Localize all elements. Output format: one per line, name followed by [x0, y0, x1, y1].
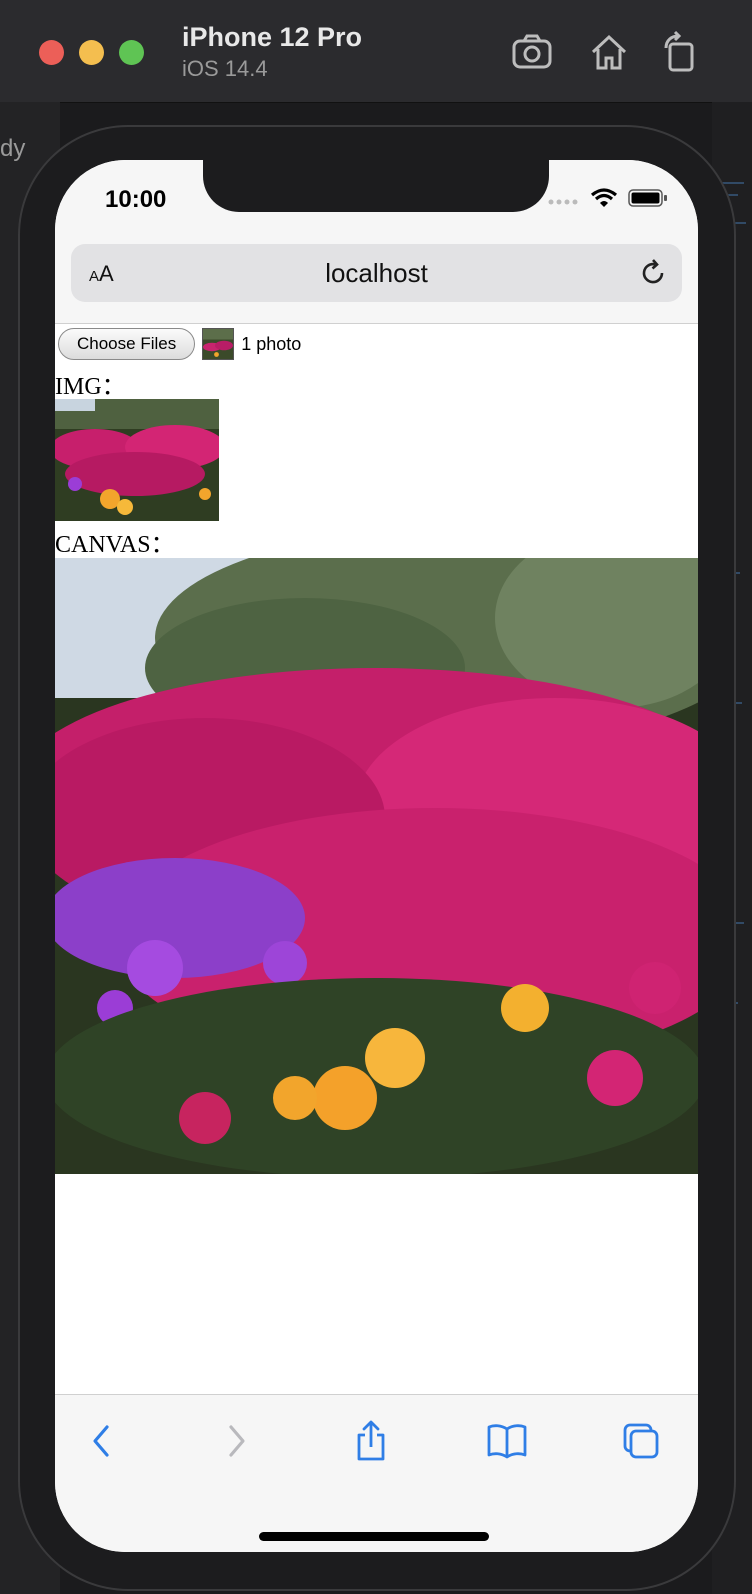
window-maximize-button[interactable] [119, 40, 144, 65]
img-preview [55, 399, 219, 521]
signal-dots-icon [548, 192, 580, 210]
rotate-icon[interactable] [658, 30, 702, 74]
canvas-preview [55, 558, 698, 1174]
reload-icon[interactable] [638, 258, 668, 288]
wifi-icon [590, 188, 618, 213]
status-time: 10:00 [105, 186, 167, 213]
home-icon[interactable] [587, 30, 631, 74]
status-icons [548, 188, 668, 213]
window-minimize-button[interactable] [79, 40, 104, 65]
safari-toolbar [55, 1394, 698, 1552]
safari-top-bar: 10:00 AA localhost [55, 160, 698, 324]
share-icon[interactable] [347, 1417, 395, 1465]
device-name: iPhone 12 Pro [182, 22, 363, 52]
phone-screen: 10:00 AA localhost Choose Files 1 photo … [55, 160, 698, 1552]
breadcrumb: dy [0, 135, 26, 162]
address-bar[interactable]: AA localhost [71, 244, 682, 302]
simulator-title-bar: iPhone 12 Pro iOS 14.4 [0, 0, 752, 103]
home-indicator [259, 1532, 489, 1541]
url-text[interactable]: localhost [71, 258, 682, 289]
file-input: Choose Files 1 photo [58, 327, 301, 361]
window-close-button[interactable] [39, 40, 64, 65]
battery-icon [628, 188, 668, 213]
canvas-label: CANVAS： [55, 532, 175, 558]
chevron-right-icon[interactable] [213, 1417, 261, 1465]
img-label: IMG： [55, 374, 126, 400]
camera-icon[interactable] [510, 30, 554, 74]
choose-files-button[interactable]: Choose Files [58, 328, 196, 360]
selected-photo-thumbnail [202, 328, 235, 360]
book-icon[interactable] [483, 1417, 531, 1465]
tabs-icon[interactable] [617, 1417, 665, 1465]
file-count-text: 1 photo [241, 333, 302, 354]
notch [203, 160, 549, 212]
os-version: iOS 14.4 [182, 56, 268, 81]
chevron-left-icon[interactable] [77, 1417, 125, 1465]
